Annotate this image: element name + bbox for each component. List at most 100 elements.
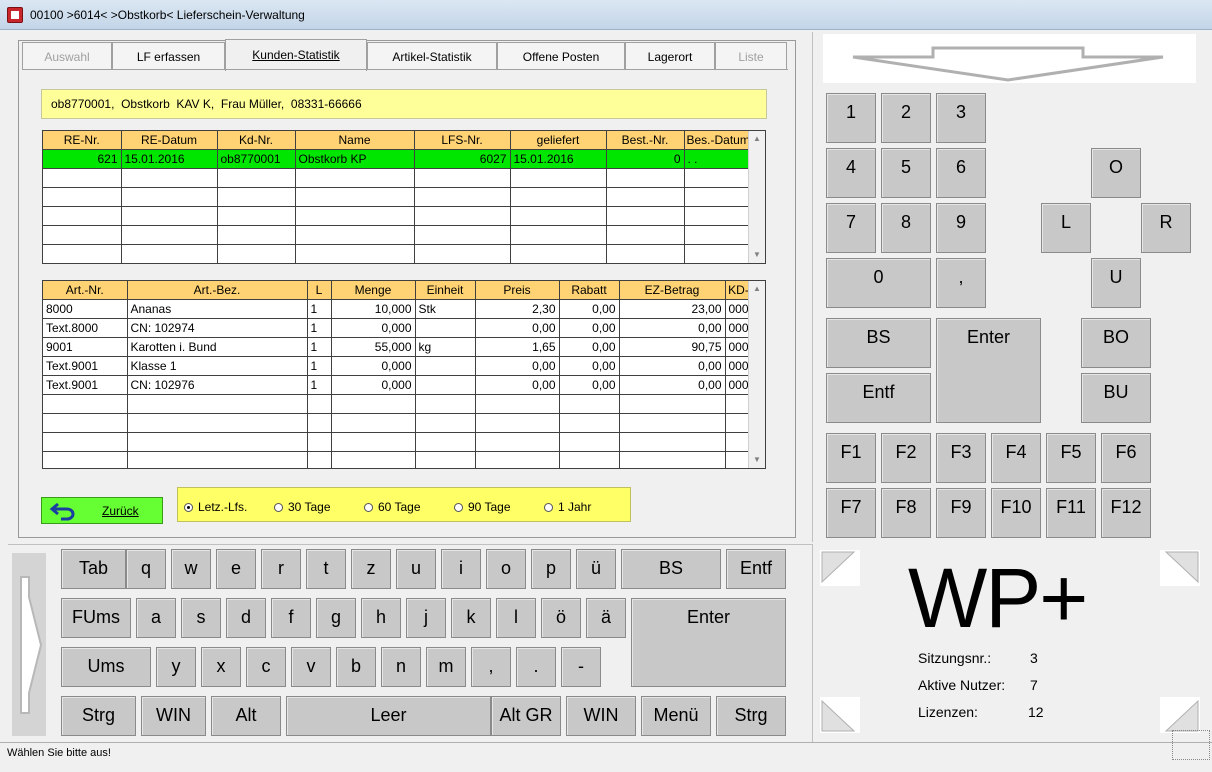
scroll-up-icon[interactable]: ▲ <box>749 131 765 147</box>
key-win-right[interactable]: WIN <box>566 696 636 736</box>
scroll-down-icon[interactable]: ▼ <box>749 247 765 263</box>
f3-button[interactable]: F3 <box>936 433 986 483</box>
key-d[interactable]: d <box>226 598 266 638</box>
table-row[interactable]: 621 15.01.2016 ob8770001 Obstkorb KP 6027 15.… <box>43 149 753 169</box>
key-a[interactable]: a <box>136 598 176 638</box>
numpad-7-button[interactable]: 7 <box>826 203 876 253</box>
table-row[interactable]: 8000 Ananas 1 10,000 Stk 2,30 0,00 23,00 000 <box>43 299 753 319</box>
key-m[interactable]: m <box>426 647 466 687</box>
numpad-4-button[interactable]: 4 <box>826 148 876 198</box>
app-icon[interactable] <box>7 7 23 23</box>
article-grid[interactable]: Art.-Nr. Art.-Bez. L Menge Einheit Preis Rabat… <box>42 280 766 469</box>
f4-button[interactable]: F4 <box>991 433 1041 483</box>
nav-down-button[interactable]: U <box>1091 258 1141 308</box>
column-header[interactable]: Kd-Nr. <box>217 131 296 150</box>
table-row[interactable] <box>43 413 753 433</box>
key-l[interactable]: l <box>496 598 536 638</box>
key-b[interactable]: b <box>336 647 376 687</box>
key-h[interactable]: h <box>361 598 401 638</box>
tab-lagerort[interactable]: Lagerort <box>625 42 715 70</box>
key-t[interactable]: t <box>306 549 346 589</box>
key-j[interactable]: j <box>406 598 446 638</box>
key-z[interactable]: z <box>351 549 391 589</box>
table-row[interactable] <box>43 225 753 245</box>
key-v[interactable]: v <box>291 647 331 687</box>
table-row[interactable]: Text.9001 Klasse 1 1 0,000 0,00 0,00 0,00 000 <box>43 356 753 376</box>
column-header[interactable]: RE-Nr. <box>43 131 122 150</box>
numpad-1-button[interactable]: 1 <box>826 93 876 143</box>
corner-top-right-button[interactable] <box>1160 550 1200 586</box>
key-p[interactable]: p <box>531 549 571 589</box>
column-header[interactable]: Rabatt <box>559 281 620 300</box>
table-row[interactable]: Text.8000 CN: 102974 1 0,000 0,00 0,00 0,00 000 <box>43 318 753 338</box>
key-comma[interactable]: , <box>471 647 511 687</box>
column-header[interactable]: LFS-Nr. <box>414 131 511 150</box>
numpad-9-button[interactable]: 9 <box>936 203 986 253</box>
back-button[interactable]: Zurück <box>41 497 163 524</box>
tab-auswahl[interactable]: Auswahl <box>22 42 112 70</box>
key-period[interactable]: . <box>516 647 556 687</box>
key-u[interactable]: u <box>396 549 436 589</box>
table-row[interactable] <box>43 168 753 188</box>
nav-left-button[interactable]: L <box>1041 203 1091 253</box>
key-minus[interactable]: - <box>561 647 601 687</box>
column-header[interactable]: EZ-Betrag <box>619 281 726 300</box>
tab-liste[interactable]: Liste <box>715 42 787 70</box>
key-s[interactable]: s <box>181 598 221 638</box>
key-f[interactable]: f <box>271 598 311 638</box>
key-e[interactable]: e <box>216 549 256 589</box>
table-row[interactable] <box>43 432 753 452</box>
numpad-entf-button[interactable]: Entf <box>826 373 931 423</box>
radio-30-tage[interactable]: 30 Tage <box>274 500 331 514</box>
corner-top-left-button[interactable] <box>820 550 860 586</box>
numpad-2-button[interactable]: 2 <box>881 93 931 143</box>
key-n[interactable]: n <box>381 647 421 687</box>
f8-button[interactable]: F8 <box>881 488 931 538</box>
numpad-0-button[interactable]: 0 <box>826 258 931 308</box>
f6-button[interactable]: F6 <box>1101 433 1151 483</box>
f9-button[interactable]: F9 <box>936 488 986 538</box>
f12-button[interactable]: F12 <box>1101 488 1151 538</box>
table-row[interactable]: 9001 Karotten i. Bund 1 55,000 kg 1,65 0,00 90,… <box>43 337 753 357</box>
tab-artikel-statistik[interactable]: Artikel-Statistik <box>367 42 497 70</box>
column-header[interactable]: Art.-Bez. <box>127 281 308 300</box>
resize-grip-icon[interactable] <box>1172 730 1210 760</box>
collapse-arrow-button[interactable] <box>823 34 1196 83</box>
key-w[interactable]: w <box>171 549 211 589</box>
numpad-bs-button[interactable]: BS <box>826 318 931 368</box>
key-altgr[interactable]: Alt GR <box>491 696 561 736</box>
numpad-5-button[interactable]: 5 <box>881 148 931 198</box>
key-x[interactable]: x <box>201 647 241 687</box>
key-oe[interactable]: ö <box>541 598 581 638</box>
column-header[interactable]: Name <box>295 131 415 150</box>
key-ue[interactable]: ü <box>576 549 616 589</box>
numpad-enter-button[interactable]: Enter <box>936 318 1041 423</box>
key-o[interactable]: o <box>486 549 526 589</box>
key-strg-left[interactable]: Strg <box>61 696 136 736</box>
key-tab[interactable]: Tab <box>61 549 126 589</box>
nav-up-button[interactable]: O <box>1091 148 1141 198</box>
key-ae[interactable]: ä <box>586 598 626 638</box>
radio-90-tage[interactable]: 90 Tage <box>454 500 511 514</box>
key-win-left[interactable]: WIN <box>141 696 206 736</box>
key-y[interactable]: y <box>156 647 196 687</box>
column-header[interactable]: Einheit <box>415 281 476 300</box>
table-row[interactable] <box>43 187 753 207</box>
numpad-bo-button[interactable]: BO <box>1081 318 1151 368</box>
key-fums[interactable]: FUms <box>61 598 131 638</box>
numpad-3-button[interactable]: 3 <box>936 93 986 143</box>
corner-bottom-right-button[interactable] <box>1160 697 1200 733</box>
numpad-comma-button[interactable]: , <box>936 258 986 308</box>
numpad-8-button[interactable]: 8 <box>881 203 931 253</box>
invoice-scrollbar[interactable]: ▲ ▼ <box>748 131 765 263</box>
column-header[interactable]: Best.-Nr. <box>606 131 685 150</box>
column-header[interactable]: geliefert <box>510 131 607 150</box>
corner-bottom-left-button[interactable] <box>820 697 860 733</box>
key-g[interactable]: g <box>316 598 356 638</box>
key-strg-right[interactable]: Strg <box>716 696 786 736</box>
article-scrollbar[interactable]: ▲ ▼ <box>748 281 765 468</box>
table-row[interactable]: Text.9001 CN: 102976 1 0,000 0,00 0,00 0,00 000 <box>43 375 753 395</box>
f2-button[interactable]: F2 <box>881 433 931 483</box>
key-q[interactable]: q <box>126 549 166 589</box>
column-header[interactable]: RE-Datum <box>121 131 218 150</box>
